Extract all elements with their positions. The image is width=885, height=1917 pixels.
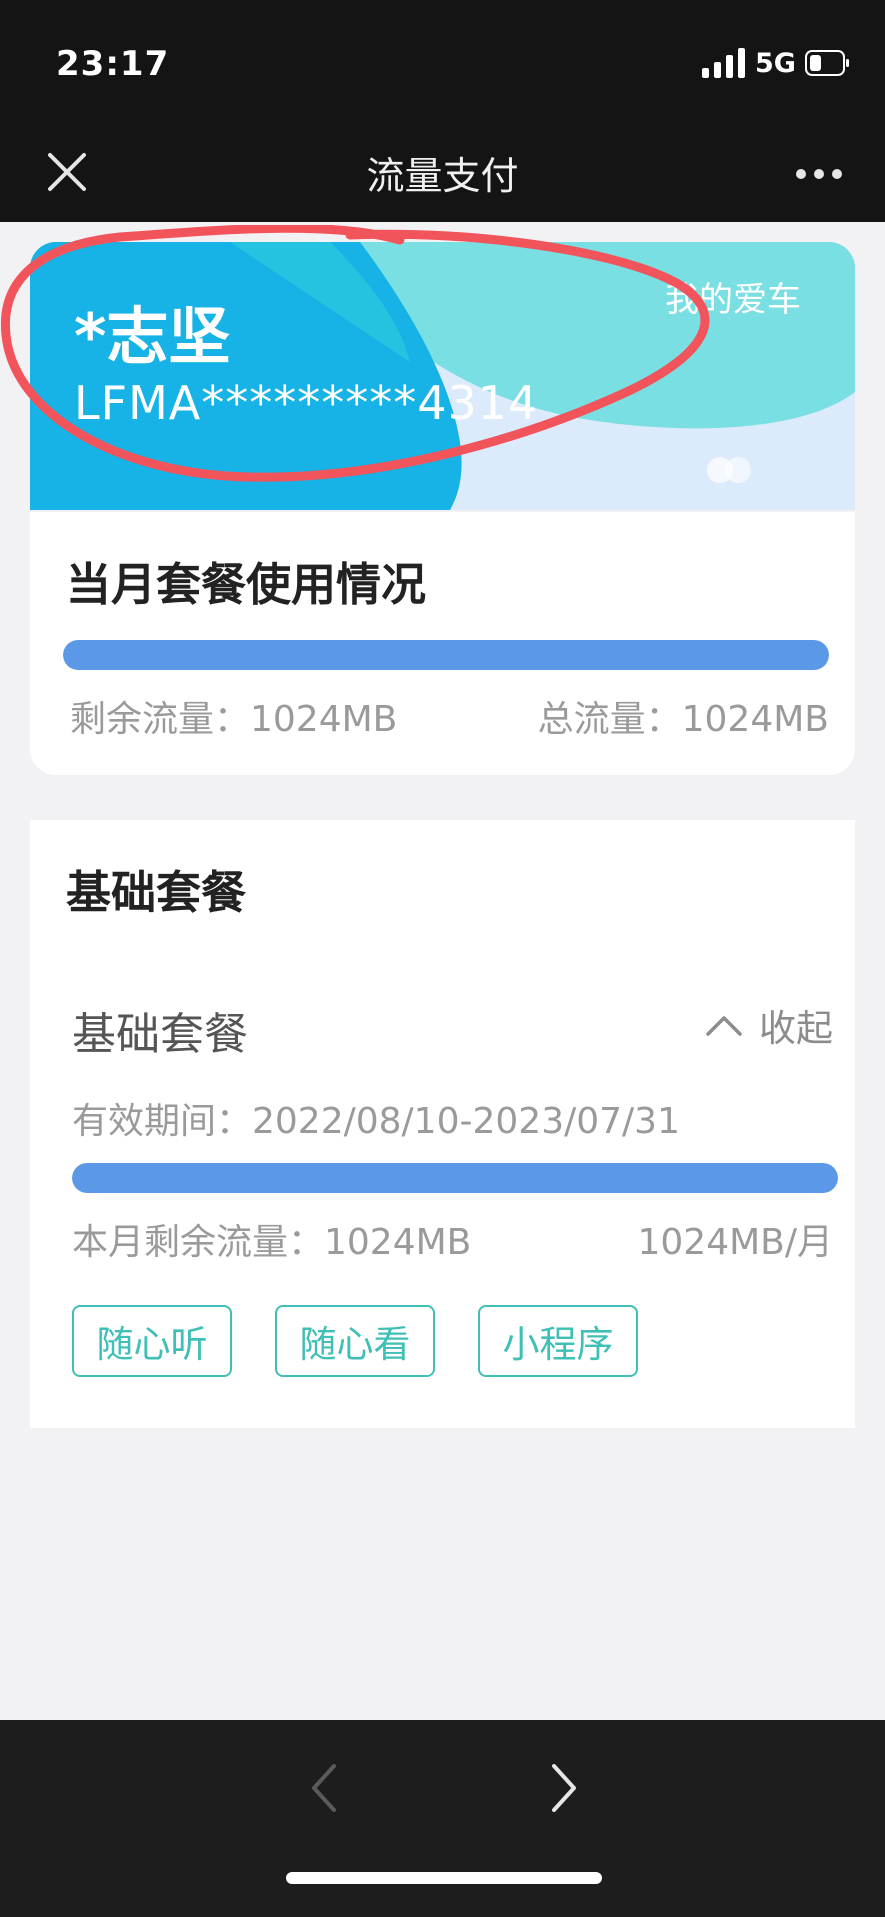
remaining-traffic: 剩余流量：1024MB [70,699,398,740]
battery-icon [805,50,849,76]
page-title: 流量支付 [366,154,519,198]
car-vin: LFMA*********4314 [74,376,539,430]
package-name: 基础套餐 [72,1009,248,1060]
back-arrow-icon[interactable] [304,1758,344,1818]
tag-music-button[interactable]: 随心听 [72,1305,232,1377]
usage-progress-bar [63,640,829,670]
monthly-usage-card: 当月套餐使用情况 剩余流量：1024MB 总流量：1024MB [30,512,855,775]
basic-package-title: 基础套餐 [66,866,247,919]
usage-progress-fill [63,640,829,670]
my-car-label: 我的爱车 [665,280,801,320]
monthly-remaining: 本月剩余流量：1024MB [72,1222,472,1263]
nav-bar: 流量支付 [0,125,885,222]
usage-card-title: 当月套餐使用情况 [66,558,427,611]
cellular-signal-icon [702,48,745,78]
monthly-quota: 1024MB/月 [637,1222,833,1263]
collapse-label: 收起 [759,1007,833,1050]
forward-arrow-icon[interactable] [544,1758,584,1818]
status-bar: 23:17 5G [0,0,885,125]
tag-video-button[interactable]: 随心看 [275,1305,435,1377]
chevron-up-icon [706,1016,742,1036]
car-card[interactable]: *志坚 LFMA*********4314 我的爱车 [30,242,855,510]
tag-miniprogram-button[interactable]: 小程序 [478,1305,638,1377]
bottom-toolbar [0,1720,885,1917]
package-progress-fill [72,1163,838,1193]
status-time: 23:17 [56,44,170,84]
car-owner-name: *志坚 [74,300,231,373]
carousel-dots-icon [707,457,751,483]
more-icon[interactable] [794,160,844,188]
package-progress-bar [72,1163,838,1193]
basic-package-card: 基础套餐 基础套餐 收起 有效期间：2022/08/10-2023/07/31 … [30,820,855,1428]
validity-period: 有效期间：2022/08/10-2023/07/31 [72,1101,680,1142]
network-type: 5G [755,48,796,79]
home-indicator [286,1872,602,1884]
total-traffic: 总流量：1024MB [537,699,829,740]
collapse-button[interactable]: 收起 [705,998,833,1052]
